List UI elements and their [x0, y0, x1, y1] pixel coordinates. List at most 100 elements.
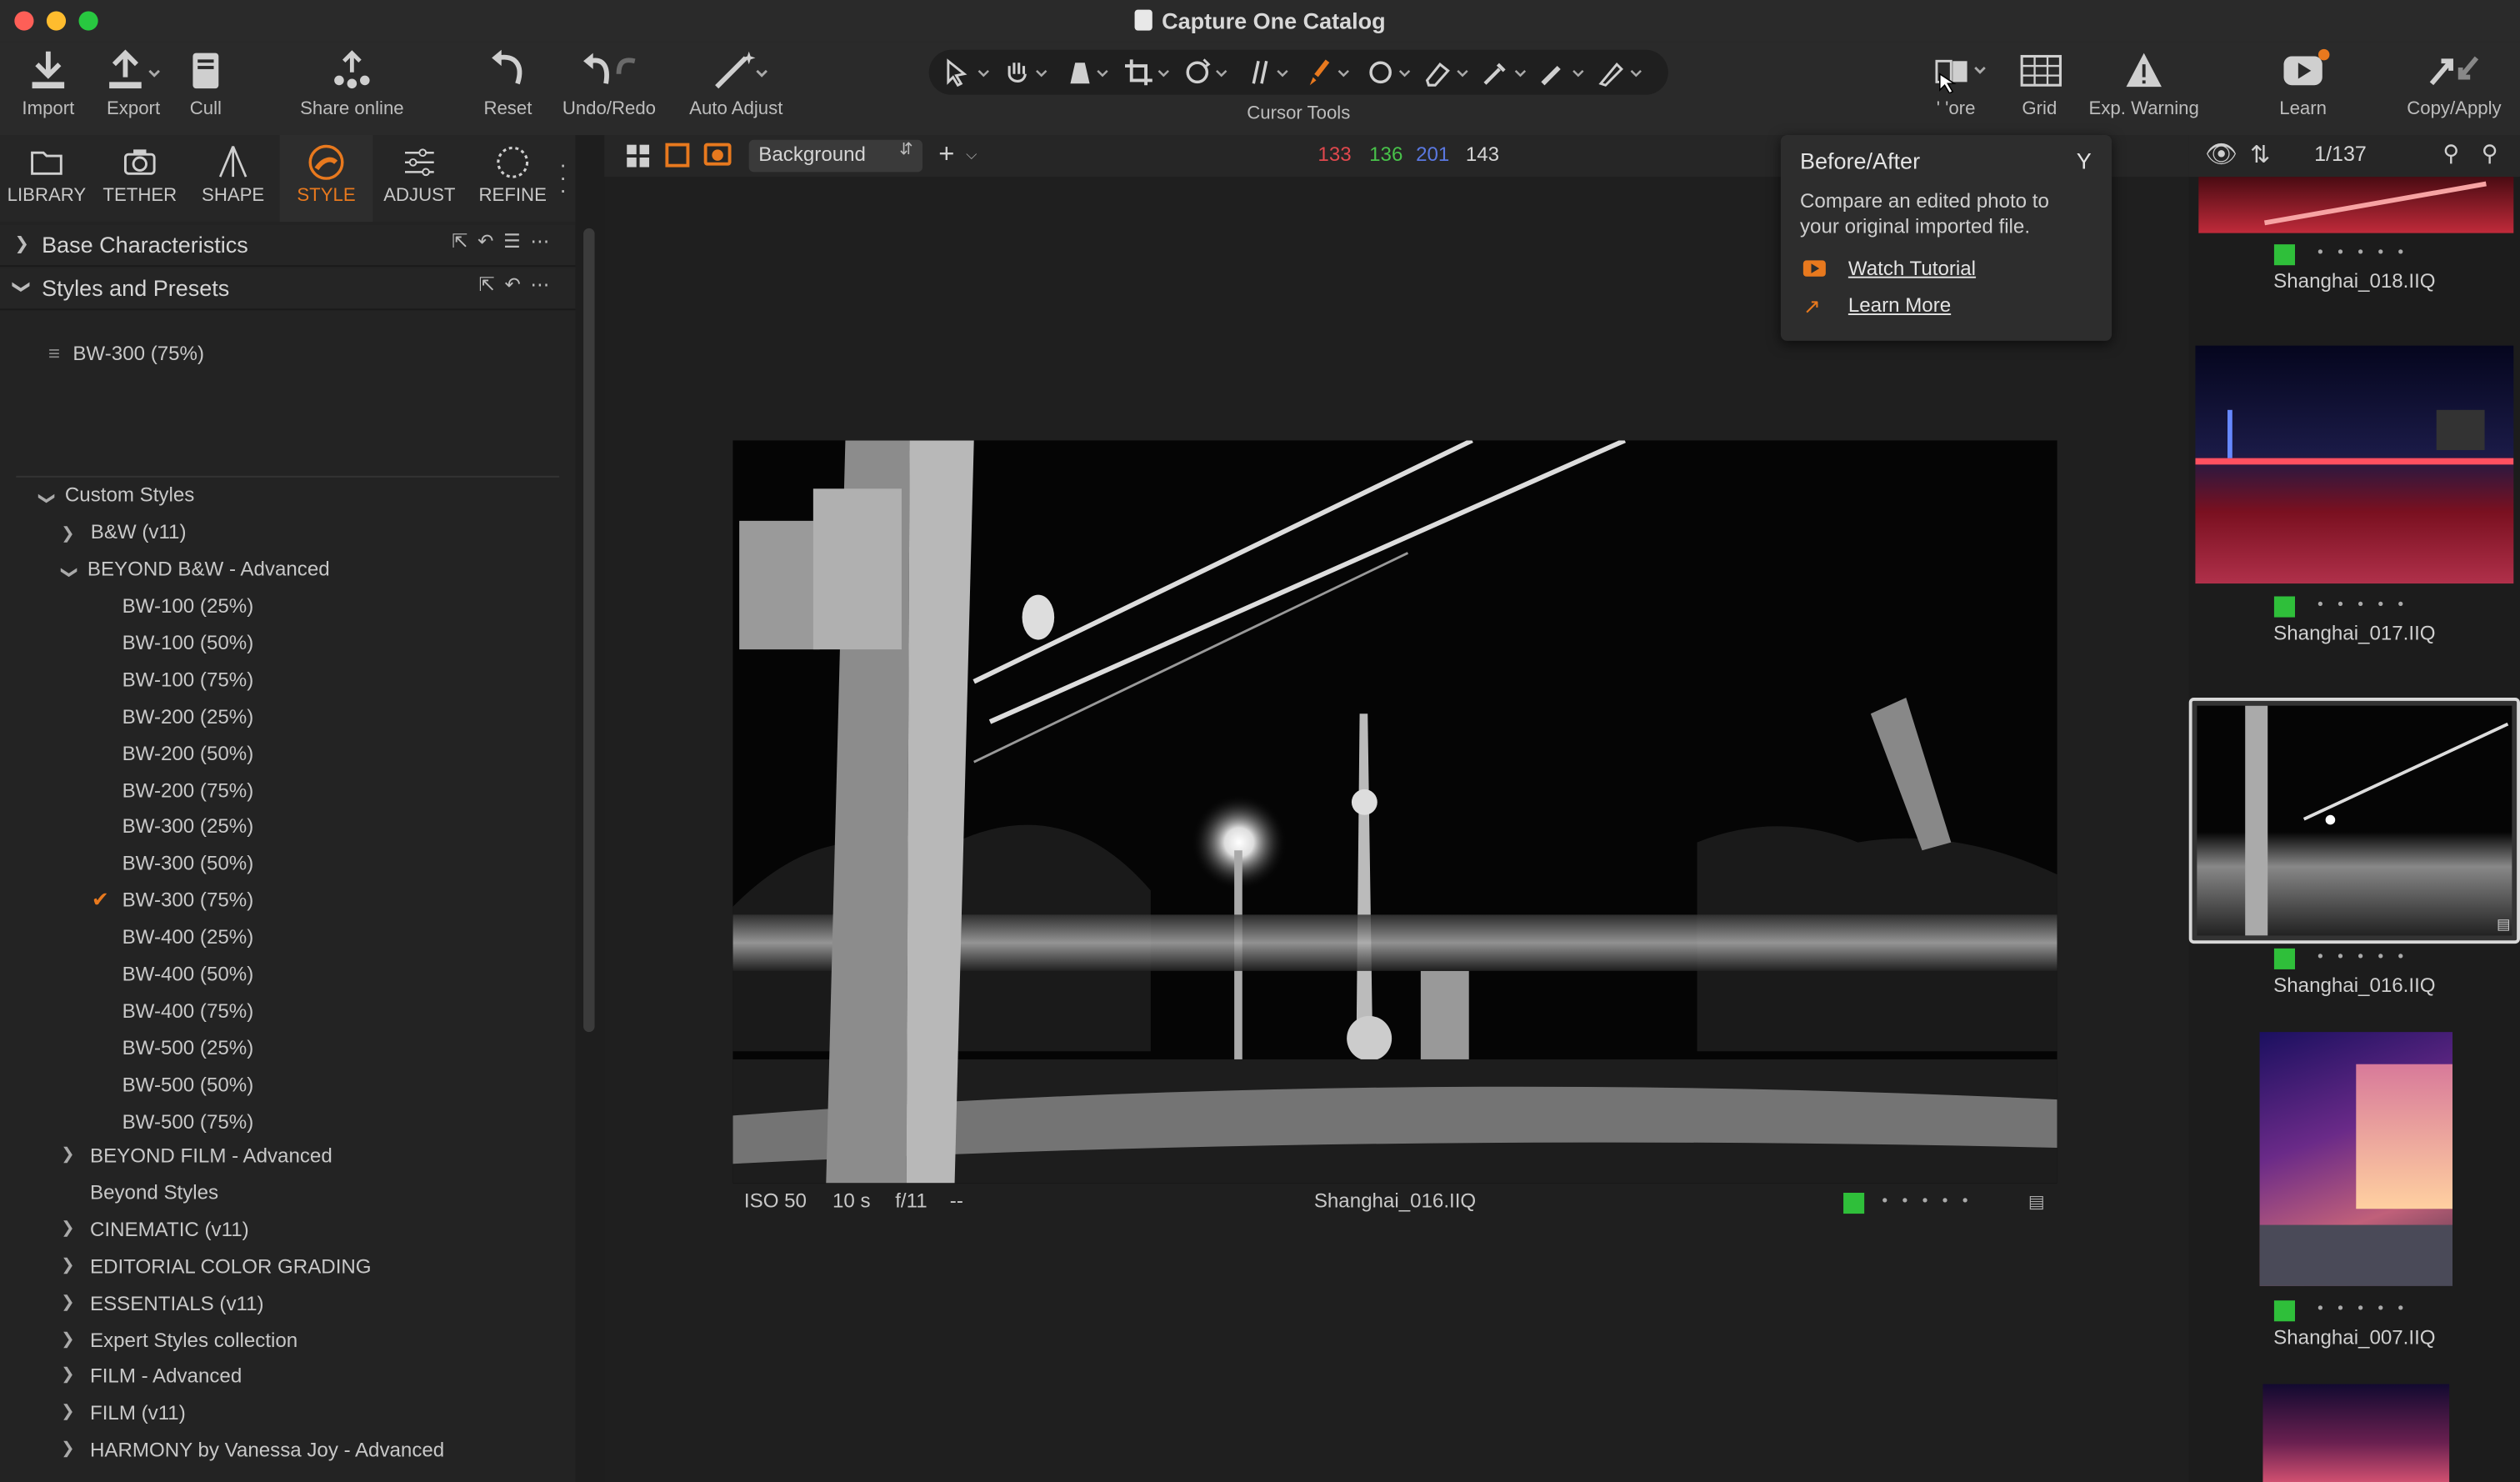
tab-style[interactable]: STYLE — [279, 134, 373, 223]
eraser-icon[interactable] — [1421, 58, 1476, 87]
browser-panel: 👁 ⇅ 1/137 ⚲ ⚲ ••••• Shanghai_018.IIQ •••… — [2188, 134, 2520, 1482]
crop-icon[interactable] — [1122, 58, 1177, 87]
tab-style-label: STYLE — [297, 186, 356, 206]
readout-luminance: 143 — [1465, 143, 1500, 166]
chevron-right-icon: ❯ — [61, 1293, 75, 1311]
rating-stars[interactable]: ••••• — [2318, 1300, 2418, 1318]
style-item-label: BW-500 (75%) — [122, 1109, 254, 1133]
import-button[interactable]: Import — [12, 48, 83, 119]
more-tabs-icon[interactable]: · · · — [559, 153, 569, 201]
info-icon[interactable]: ▤ — [2028, 1191, 2045, 1212]
thumbnail-selected[interactable]: ▤ — [2188, 697, 2520, 944]
share-icon — [320, 48, 384, 93]
proof-view-icon[interactable] — [703, 143, 732, 166]
pan-hand-icon[interactable] — [1000, 58, 1055, 87]
styles-presets-title: Styles and Presets — [42, 274, 230, 301]
single-view-icon[interactable] — [665, 143, 690, 168]
grid-icon — [2009, 48, 2073, 93]
tools-scrollbar[interactable] — [583, 228, 595, 1033]
style-group-label: ESSENTIALS (v11) — [89, 1291, 264, 1314]
export-button[interactable]: Export — [97, 48, 171, 119]
before-after-tooltip: Before/After Y Compare an edited photo t… — [1780, 134, 2112, 341]
healing-icon[interactable] — [1537, 58, 1592, 87]
picker-icon[interactable] — [1478, 58, 1533, 87]
before-after-label: ' 'ore — [1936, 99, 1976, 119]
cull-button[interactable]: Cull — [173, 48, 238, 119]
browser-toolbar: 👁 ⇅ 1/137 ⚲ ⚲ — [2188, 134, 2520, 178]
copy-apply-arrows-icon — [2422, 48, 2486, 93]
rating-stars[interactable]: ••••• — [1882, 1193, 1982, 1210]
style-group-label: CINEMATIC (v11) — [89, 1218, 249, 1241]
style-item-label: BW-100 (50%) — [122, 631, 254, 654]
rating-stars[interactable]: ••••• — [2318, 949, 2418, 966]
color-tag-green[interactable] — [2273, 244, 2295, 266]
undo-redo-button[interactable]: Undo/Redo — [556, 48, 662, 119]
annotate-icon[interactable] — [1594, 58, 1649, 87]
copy-apply-button[interactable]: Copy/Apply — [2401, 48, 2507, 119]
thumbnail[interactable] — [2262, 1384, 2450, 1482]
eye-icon[interactable]: 👁 — [2205, 138, 2238, 171]
straighten-icon[interactable] — [1241, 58, 1296, 87]
style-item-label: BW-300 (75%) — [122, 889, 254, 912]
radial-mask-icon[interactable] — [1362, 58, 1418, 87]
style-item-label: BW-200 (75%) — [122, 779, 254, 802]
applied-style-row[interactable]: ≡ BW-300 (75%) — [48, 338, 204, 370]
watch-tutorial-link[interactable]: Watch Tutorial — [1848, 258, 1976, 280]
auto-adjust-button[interactable]: Auto Adjust — [682, 48, 791, 119]
add-icon[interactable]: + — [938, 138, 954, 171]
background-select-value: Background — [758, 143, 866, 166]
thumbnail[interactable] — [2198, 177, 2514, 233]
zoom-icon[interactable]: ⚲ — [2482, 140, 2498, 168]
before-after-button[interactable]: ' 'ore — [1916, 48, 1996, 119]
exposure-warning-button[interactable]: Exp. Warning — [2082, 48, 2205, 119]
base-characteristics-header[interactable]: ❯ Base Characteristics ⇱↶☰⋯ — [0, 224, 576, 268]
tab-refine[interactable]: REFINE — [466, 135, 559, 222]
style-group-row[interactable]: ❯ B&W (v11) — [61, 516, 186, 548]
color-tag-green[interactable] — [2273, 948, 2295, 969]
sort-icon[interactable]: ⇅ — [2250, 140, 2270, 169]
rating-stars[interactable]: ••••• — [2318, 244, 2418, 262]
style-item-label: BW-300 (50%) — [122, 852, 254, 875]
tab-shape[interactable]: SHAPE — [187, 135, 280, 222]
custom-styles-row[interactable]: ❯ Custom Styles — [38, 479, 195, 512]
chevron-right-icon: ❯ — [61, 1367, 75, 1385]
export-label: Export — [107, 99, 161, 119]
play-video-icon — [2271, 48, 2335, 93]
rotate-icon[interactable] — [1180, 58, 1235, 87]
grid-button[interactable]: Grid — [2009, 48, 2070, 119]
tab-adjust[interactable]: ADJUST — [372, 135, 466, 222]
drag-handle-icon: ≡ — [48, 342, 60, 365]
color-tag-green[interactable] — [2273, 596, 2295, 618]
chevron-down-icon[interactable]: ⌵ — [966, 146, 977, 163]
grid-view-icon[interactable] — [627, 144, 650, 168]
learn-more-link[interactable]: Learn More — [1848, 294, 1951, 317]
chevron-right-icon: ❯ — [61, 1440, 75, 1459]
readout-green: 136 — [1369, 143, 1403, 166]
color-tag-green[interactable] — [2273, 1300, 2295, 1322]
thumbnail[interactable] — [2195, 345, 2514, 584]
undo-redo-icon — [577, 48, 641, 93]
share-online-label: Share online — [300, 99, 404, 119]
learn-button[interactable]: Learn — [2269, 48, 2337, 119]
color-tag-green[interactable] — [1843, 1192, 1865, 1214]
brush-icon[interactable] — [1302, 58, 1357, 87]
section-actions-icon[interactable]: ⇱↶☰⋯ — [452, 230, 559, 253]
styles-presets-header[interactable]: ❯ Styles and Presets ⇱↶⋯ — [0, 268, 576, 311]
reset-button[interactable]: Reset — [476, 48, 540, 119]
style-group-row-expanded[interactable]: ❯ BEYOND B&W - Advanced — [60, 553, 330, 585]
tooltip-title: Before/After — [1799, 148, 1921, 174]
keystone-icon[interactable] — [1061, 58, 1116, 87]
copy-apply-label: Copy/Apply — [2407, 99, 2502, 119]
import-label: Import — [22, 99, 75, 119]
thumbnail[interactable] — [2259, 1032, 2452, 1286]
section-actions-icon[interactable]: ⇱↶⋯ — [479, 273, 560, 296]
rating-stars[interactable]: ••••• — [2318, 596, 2418, 613]
background-select[interactable]: Background ⇵ — [748, 139, 922, 173]
tab-adjust-label: ADJUST — [383, 186, 456, 206]
tab-tether[interactable]: TETHER — [93, 135, 187, 222]
main-photo[interactable] — [732, 440, 2058, 1184]
share-online-button[interactable]: Share online — [292, 48, 412, 119]
search-icon[interactable]: ⚲ — [2442, 140, 2459, 168]
tab-library[interactable]: LIBRARY — [0, 135, 93, 222]
select-cursor-icon[interactable] — [938, 58, 993, 88]
